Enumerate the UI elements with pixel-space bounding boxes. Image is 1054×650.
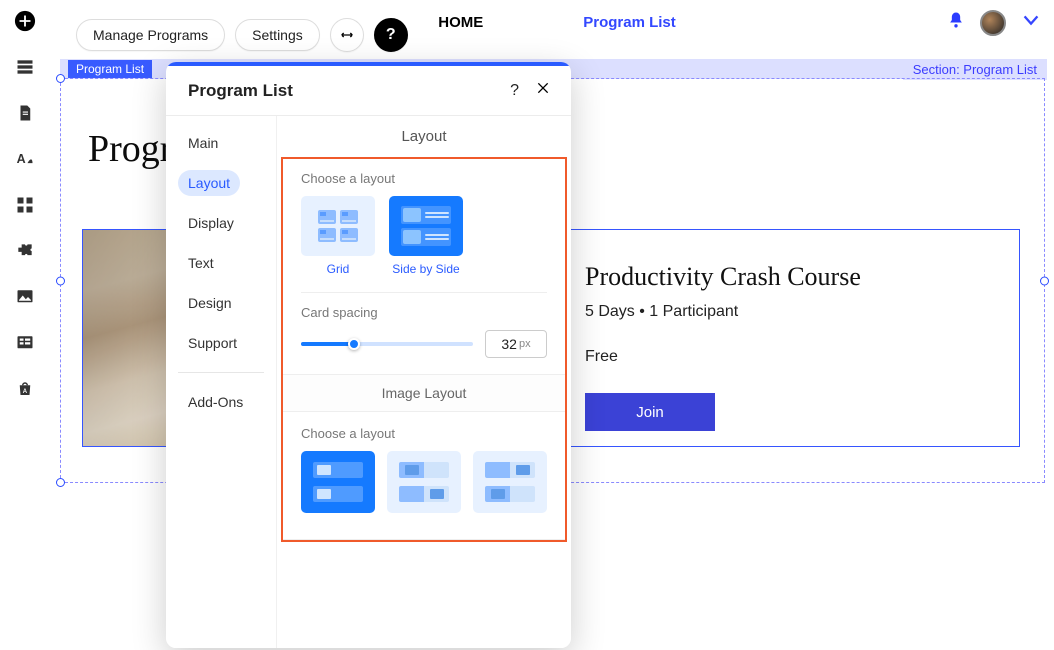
tab-text[interactable]: Text [178,250,264,276]
panel-title: Program List [188,81,510,101]
choose-image-layout-label: Choose a layout [301,426,547,441]
program-price: Free [585,348,618,366]
nav-home[interactable]: HOME [438,14,483,31]
image-layout-option-1[interactable] [301,451,375,513]
tab-design[interactable]: Design [178,290,264,316]
store-icon[interactable]: A [14,378,36,400]
avatar[interactable] [980,10,1006,36]
layout-options: Grid Side by Side [301,196,547,276]
card-spacing-slider[interactable] [301,342,473,346]
resize-handle[interactable] [56,276,65,285]
panel-header: Program List ? [166,66,571,116]
layout-section-header: Layout [277,116,571,157]
element-toolbar: Manage Programs Settings ? [76,18,408,52]
tab-layout[interactable]: Layout [178,170,240,196]
panel-content: Layout Choose a layout Grid [277,116,571,648]
image-layout-option-3[interactable] [473,451,547,513]
layout-option-sidebyside-label: Side by Side [392,262,459,276]
image-layout-options [301,451,547,513]
divider [283,539,565,540]
settings-panel: Program List ? Main Layout Display Text … [166,62,571,648]
section-label[interactable]: Section: Program List [903,59,1047,80]
notifications-icon[interactable] [946,10,966,35]
puzzle-icon[interactable] [14,240,36,262]
apps-icon[interactable] [14,194,36,216]
svg-text:A: A [17,152,26,166]
program-title: Productivity Crash Course [585,262,861,292]
nav-program-list[interactable]: Program List [583,14,676,31]
tabs-divider [178,372,264,373]
document-icon[interactable] [14,102,36,124]
card-spacing-input[interactable]: 32 px [485,330,547,358]
card-spacing-value: 32 [501,336,517,352]
tab-main[interactable]: Main [178,130,264,156]
image-layout-header: Image Layout [283,374,565,412]
pages-icon[interactable] [14,56,36,78]
layout-option-grid-label: Grid [327,262,350,276]
manage-programs-button[interactable]: Manage Programs [76,19,225,51]
join-button[interactable]: Join [585,393,715,431]
image-icon[interactable] [14,286,36,308]
highlighted-settings-area: Choose a layout Grid [281,157,567,542]
svg-text:A: A [23,389,28,395]
layout-option-grid[interactable]: Grid [301,196,375,276]
resize-handle[interactable] [1040,276,1049,285]
program-list-chip[interactable]: Program List [68,60,152,78]
data-icon[interactable] [14,332,36,354]
chevron-down-icon[interactable] [1020,9,1042,37]
image-layout-option-2[interactable] [387,451,461,513]
stretch-icon[interactable] [330,18,364,52]
card-spacing-control: 32 px [301,330,547,358]
close-icon[interactable] [535,80,551,101]
resize-handle[interactable] [56,478,65,487]
help-icon[interactable]: ? [374,18,408,52]
text-style-icon[interactable]: A [14,148,36,170]
program-meta: 5 Days • 1 Participant [585,303,738,321]
choose-layout-label: Choose a layout [301,171,547,186]
tab-display[interactable]: Display [178,210,264,236]
left-toolbar: A A [0,0,50,650]
tab-support[interactable]: Support [178,330,264,356]
panel-help-icon[interactable]: ? [510,82,519,100]
tab-addons[interactable]: Add-Ons [178,389,264,415]
panel-body: Main Layout Display Text Design Support … [166,116,571,648]
card-spacing-label: Card spacing [301,305,547,320]
resize-handle[interactable] [56,74,65,83]
add-icon[interactable] [14,10,36,32]
card-spacing-unit: px [519,338,531,350]
panel-tabs: Main Layout Display Text Design Support … [166,116,277,648]
layout-option-sidebyside[interactable]: Side by Side [389,196,463,276]
settings-button[interactable]: Settings [235,19,320,51]
